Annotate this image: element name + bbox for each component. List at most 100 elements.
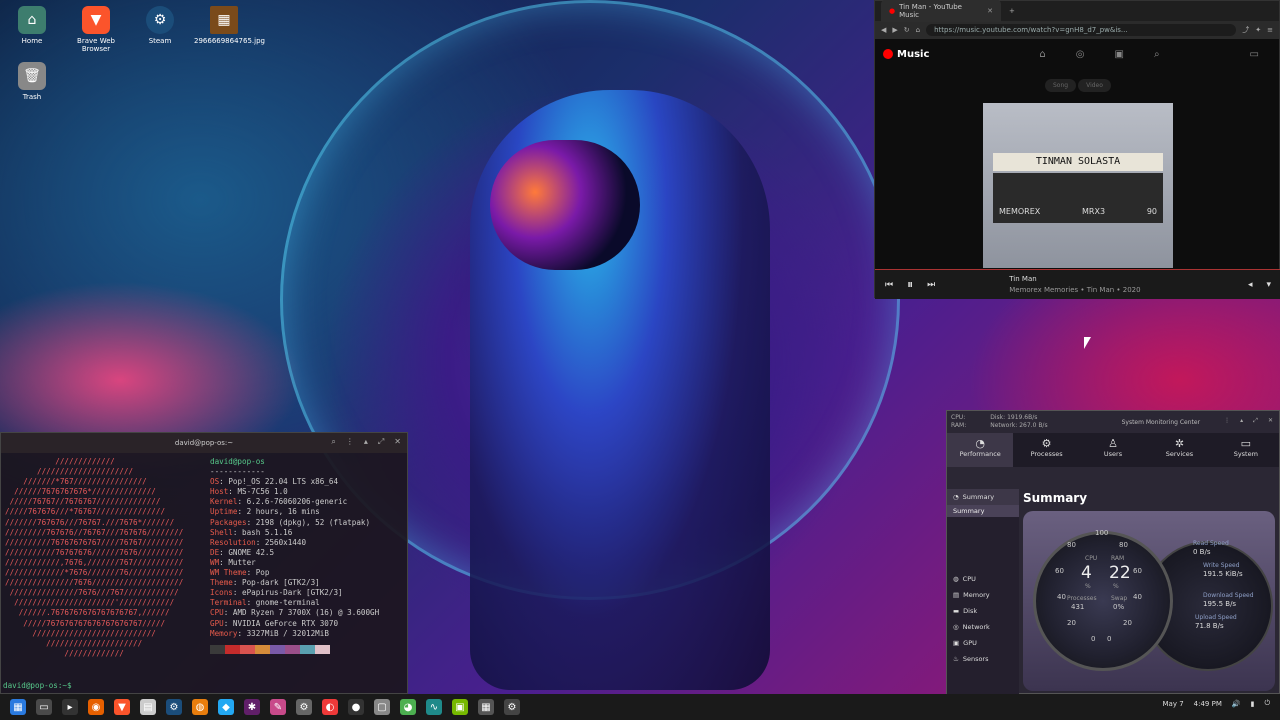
pill-song[interactable]: Song	[1045, 79, 1077, 92]
back-icon[interactable]: ◀	[881, 26, 886, 34]
tab-services[interactable]: ✲ Services	[1146, 433, 1212, 467]
browser-tab[interactable]: ● Tin Man - YouTube Music ✕	[881, 0, 1001, 22]
album-art: TINMAN SOLASTA MEMOREX MRX3 90	[983, 103, 1173, 268]
sidebar-item-summary[interactable]: ◔ Summary	[947, 489, 1019, 505]
neofetch-line: Kernel: 6.2.6-76060206-generic	[210, 497, 348, 507]
home-nav-icon[interactable]: ⌂	[1039, 49, 1045, 60]
shell-prompt[interactable]: david@pop-os:~$	[3, 681, 72, 690]
battery-icon[interactable]: ▮	[1251, 700, 1255, 708]
song-title: Tin Man	[1009, 274, 1037, 283]
system-tray: May 7 4:49 PM 🔊 ▮ ⏻	[1163, 699, 1271, 708]
page-title: Summary	[1023, 491, 1088, 505]
search-icon[interactable]: ⌕	[1154, 49, 1160, 60]
ram-percent: 22	[1109, 563, 1131, 583]
address-bar-row: ◀ ▶ ↻ ⌂ https://music.youtube.com/watch?…	[875, 21, 1279, 39]
terminal-output[interactable]: ///////////// ///////////////////// ////…	[1, 453, 407, 663]
sidebar-item-gpu[interactable]: ▣ GPU	[947, 635, 1019, 651]
previous-icon[interactable]: ⏮	[885, 280, 893, 290]
desktop-icon-trash[interactable]: 🗑 Trash	[2, 62, 62, 101]
minimize-icon[interactable]: ▴	[364, 437, 368, 447]
minimize-icon[interactable]: ▴	[1240, 417, 1243, 425]
neofetch-line: Resolution: 2560x1440	[210, 537, 307, 547]
desktop-icon-home[interactable]: ⌂ Home	[2, 6, 62, 45]
maximize-icon[interactable]: ⤢	[378, 437, 384, 447]
reload-icon[interactable]: ↻	[904, 26, 910, 34]
volume-icon[interactable]: 🔊	[1232, 700, 1241, 708]
date-label[interactable]: May 7	[1163, 700, 1184, 708]
settings-icon[interactable]: ⚙	[296, 699, 312, 715]
close-icon[interactable]: ✕	[1268, 417, 1273, 425]
expand-icon[interactable]: ▾	[1266, 280, 1271, 290]
queue-prev-icon[interactable]: ◂	[1248, 280, 1253, 290]
desktop-icon-image[interactable]: ▦ 2966669864765.jpg	[194, 6, 265, 45]
neofetch-line: WM: Mutter	[210, 557, 256, 567]
neofetch-line: Theme: Pop-dark [GTK2/3]	[210, 578, 320, 588]
menu-icon[interactable]: ⋮	[1224, 417, 1230, 425]
brave-lion-icon: ▼	[82, 6, 110, 34]
pop-launcher-icon[interactable]: ▦	[10, 699, 26, 715]
sidebar-item-network[interactable]: ◎ Network	[947, 619, 1019, 635]
vivaldi-icon[interactable]: ◐	[322, 699, 338, 715]
home-icon[interactable]: ⌂	[916, 26, 920, 34]
next-icon[interactable]: ⏭	[927, 280, 935, 290]
time-label[interactable]: 4:49 PM	[1194, 700, 1222, 708]
obs-icon[interactable]: ●	[348, 699, 364, 715]
cassette-body: MEMOREX MRX3 90	[993, 173, 1163, 223]
maximize-icon[interactable]: ⤢	[1253, 417, 1258, 425]
explore-icon[interactable]: ◎	[1076, 49, 1085, 60]
color-swatch	[225, 644, 240, 654]
blender-icon[interactable]: ◍	[192, 699, 208, 715]
tab-processes[interactable]: ⚙ Processes	[1013, 433, 1079, 467]
disk-icon: ▬	[953, 607, 960, 615]
text-editor-icon[interactable]: ▤	[140, 699, 156, 715]
tab-users[interactable]: ♙ Users	[1080, 433, 1146, 467]
terminal-window: david@pop-os:~ ⌕ ⋮ ▴ ⤢ ✕ ///////////// /…	[0, 432, 408, 694]
pill-video[interactable]: Video	[1078, 79, 1111, 92]
power-icon[interactable]: ⏻	[1264, 699, 1270, 708]
files-icon[interactable]: ▭	[36, 699, 52, 715]
gpu-icon[interactable]: ▣	[452, 699, 468, 715]
terminal-icon[interactable]: ▸	[62, 699, 78, 715]
steam-icon[interactable]: ⚙	[166, 699, 182, 715]
pause-icon[interactable]: ⏸	[907, 277, 913, 292]
library-icon[interactable]: ▣	[1114, 49, 1123, 60]
share-icon[interactable]: ⤴	[1242, 25, 1249, 35]
firefox-icon[interactable]: ◉	[88, 699, 104, 715]
neofetch-line: Icons: ePapirus-Dark [GTK2/3]	[210, 588, 343, 598]
desktop-icon-brave[interactable]: ▼ Brave Web Browser	[66, 6, 126, 53]
menu-icon[interactable]: ≡	[1267, 26, 1273, 34]
slack-icon[interactable]: ✱	[244, 699, 260, 715]
new-tab-icon[interactable]: +	[1009, 7, 1015, 15]
trash-icon: 🗑	[18, 62, 46, 90]
system-monitor-window: CPU: RAM: Disk: 1919.6B/s Network: 267.0 B…	[946, 410, 1280, 694]
sidebar-item-disk[interactable]: ▬ Disk	[947, 603, 1019, 619]
neofetch-line: Packages: 2198 (dpkg), 52 (flatpak)	[210, 517, 371, 527]
tab-system[interactable]: ▭ System	[1213, 433, 1279, 467]
desktop-icon-steam[interactable]: ⚙ Steam	[130, 6, 190, 45]
tab-performance[interactable]: ◔ Performance	[947, 433, 1014, 467]
sidebar-item-cpu[interactable]: ◍ CPU	[947, 571, 1019, 587]
neofetch-line: Memory: 3327MiB / 32012MiB	[210, 628, 329, 638]
brave-icon[interactable]: ▼	[114, 699, 130, 715]
sidebar-item-sensors[interactable]: ♨ Sensors	[947, 651, 1019, 667]
krita-icon[interactable]: ✎	[270, 699, 286, 715]
cast-icon[interactable]: ▭	[1250, 49, 1259, 60]
search-icon[interactable]: ⌕	[331, 437, 335, 447]
close-icon[interactable]: ✕	[394, 437, 401, 447]
gear-icon[interactable]: ⚙	[504, 699, 520, 715]
calculator-icon[interactable]: ▦	[478, 699, 494, 715]
document-icon[interactable]: ▢	[374, 699, 390, 715]
chrome-icon[interactable]: ◕	[400, 699, 416, 715]
close-tab-icon[interactable]: ✕	[987, 7, 993, 15]
yt-music-logo[interactable]: Music	[883, 49, 929, 60]
sidebar-item-memory[interactable]: ▤ Memory	[947, 587, 1019, 603]
sidebar-subitem-summary[interactable]: Summary	[947, 505, 1019, 517]
extensions-icon[interactable]: ✦	[1255, 26, 1261, 34]
system-monitor-icon[interactable]: ∿	[426, 699, 442, 715]
url-field[interactable]: https://music.youtube.com/watch?v=gnH8_d…	[926, 24, 1237, 36]
gpu-icon: ▣	[953, 639, 960, 647]
mouse-pointer-icon	[1084, 337, 1091, 349]
menu-icon[interactable]: ⋮	[346, 437, 354, 447]
vscode-icon[interactable]: ◆	[218, 699, 234, 715]
forward-icon[interactable]: ▶	[892, 26, 897, 34]
